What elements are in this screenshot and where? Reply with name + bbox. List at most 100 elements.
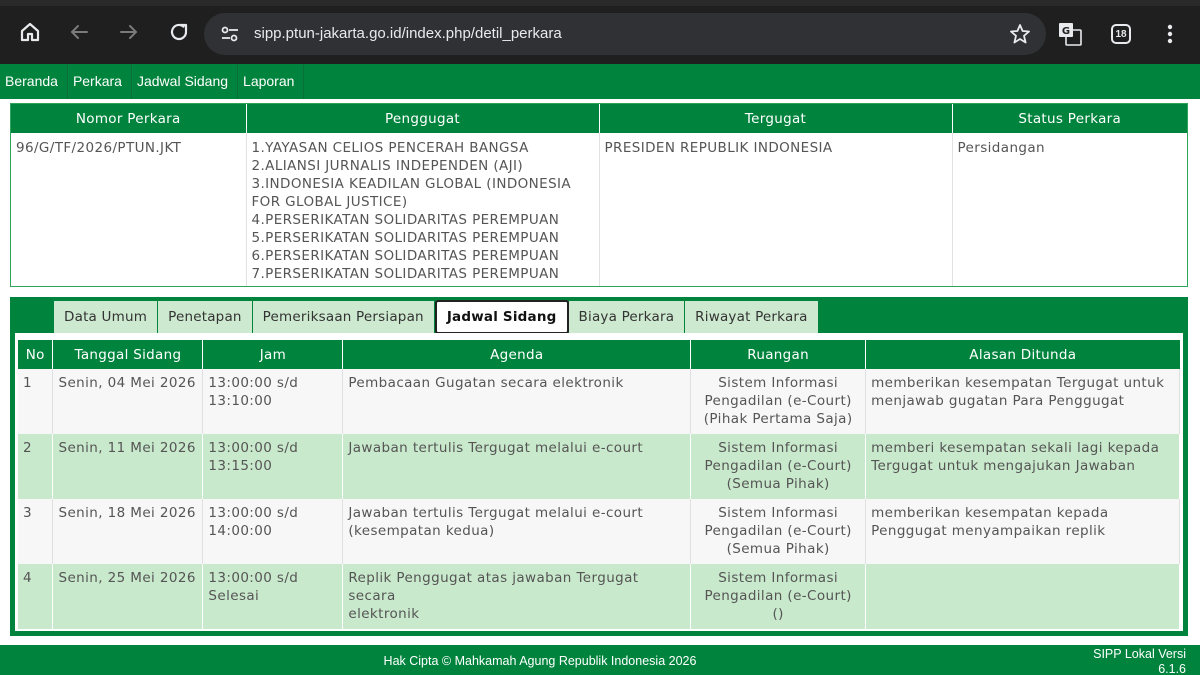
tab-riwayat-perkara[interactable]: Riwayat Perkara: [685, 301, 819, 333]
cell-ruangan-line: Sistem Informasi: [718, 505, 839, 521]
tab-count-icon[interactable]: 18: [1111, 24, 1131, 44]
cell-ruangan-line: Sistem Informasi: [718, 375, 839, 391]
penggugat-line: 7.PERSERIKATAN SOLIDARITAS PEREMPUAN: [251, 266, 560, 282]
browser-toolbar: sipp.ptun-jakarta.go.id/index.php/detil_…: [0, 0, 1200, 64]
nav-jadwal-sidang[interactable]: Jadwal Sidang: [132, 64, 239, 99]
cell-alasan-line: menjawab gugatan Para Penggugat: [871, 393, 1125, 409]
header-tergugat: Tergugat: [599, 104, 953, 133]
cell-tanggal: Senin, 11 Mei 2026: [52, 434, 204, 499]
cell-ruangan-line: Pengadilan (e-Court): [704, 523, 852, 539]
cell-ruangan-line: Pengadilan (e-Court): [704, 458, 852, 474]
header-agenda: Agenda: [342, 340, 692, 369]
schedule-table: No Tanggal Sidang Jam Agenda Ruangan Ala…: [18, 340, 1180, 629]
header-nomor-perkara: Nomor Perkara: [11, 104, 247, 133]
home-icon[interactable]: [15, 17, 45, 47]
penggugat-line: 1.YAYASAN CELIOS PENCERAH BANGSA: [251, 140, 529, 156]
penggugat-line: 3.INDONESIA KEADILAN GLOBAL (INDONESIA: [251, 176, 572, 192]
footer: Hak Cipta © Mahkamah Agung Republik Indo…: [0, 645, 1200, 675]
reload-icon[interactable]: [164, 17, 194, 47]
cell-ruangan: Sistem Informasi Pengadilan (e-Court) (Sem…: [690, 434, 867, 499]
header-status-perkara: Status Perkara: [952, 104, 1187, 133]
cell-agenda-line: Jawaban tertulis Tergugat melalui e-cour…: [348, 440, 644, 456]
cell-ruangan-line: (): [772, 606, 784, 622]
version-number: 6.1.6: [1158, 662, 1186, 675]
cell-alasan: memberikan kesempatan Tergugat untuk menj…: [865, 369, 1180, 434]
tab-jadwal-sidang[interactable]: Jadwal Sidang: [434, 300, 569, 334]
table-row: 1 Senin, 04 Mei 2026 13:00:00 s/d 13:10:00 P…: [18, 369, 1180, 434]
cell-agenda-line: Jawaban tertulis Tergugat melalui e-cour…: [348, 505, 644, 521]
penggugat-line: 6.PERSERIKATAN SOLIDARITAS PEREMPUAN: [251, 248, 560, 264]
cell-alasan: memberikan kesempatan kepada Penggugat me…: [865, 499, 1180, 564]
cell-alasan: [865, 564, 1180, 629]
tab-biaya-perkara[interactable]: Biaya Perkara: [568, 301, 686, 333]
cell-alasan-line: Penggugat menyampaikan replik: [871, 523, 1106, 539]
tab-penetapan[interactable]: Penetapan: [158, 301, 253, 333]
case-penggugat-list: 1.YAYASAN CELIOS PENCERAH BANGSA 2.ALIAN…: [246, 133, 600, 286]
cell-no: 2: [18, 434, 54, 499]
schedule-rows: 1 Senin, 04 Mei 2026 13:00:00 s/d 13:10:00 P…: [18, 369, 1180, 629]
cell-no: 1: [18, 369, 54, 434]
cell-alasan: memberi kesempatan sekali lagi kepada Ter…: [865, 434, 1180, 499]
cell-no: 4: [18, 564, 54, 629]
cell-jam-line: 13:00:00 s/d: [208, 375, 299, 391]
cell-tanggal: Senin, 04 Mei 2026: [52, 369, 204, 434]
case-tergugat: PRESIDEN REPUBLIK INDONESIA: [599, 133, 953, 286]
cell-alasan-line: memberi kesempatan sekali lagi kepada: [871, 440, 1160, 456]
cell-jam-line: 13:00:00 s/d: [208, 440, 299, 456]
cell-jam-line: 13:10:00: [208, 393, 273, 409]
penggugat-line: 5.PERSERIKATAN SOLIDARITAS PEREMPUAN: [251, 230, 560, 246]
site-nav: Beranda Perkara Jadwal Sidang Laporan: [0, 64, 1200, 99]
menu-kebab-icon[interactable]: [1160, 22, 1180, 46]
cell-ruangan-line: Pengadilan (e-Court): [704, 393, 852, 409]
header-no: No: [18, 340, 54, 369]
site-settings-icon[interactable]: [218, 22, 242, 46]
nav-beranda[interactable]: Beranda: [0, 64, 68, 99]
cell-jam: 13:00:00 s/d Selesai: [202, 564, 344, 629]
detail-panel: Data Umum Penetapan Pemeriksaan Persiapa…: [10, 297, 1188, 636]
cell-jam-line: 13:00:00 s/d: [208, 570, 299, 586]
tab-strip: [0, 0, 1200, 6]
back-icon[interactable]: [64, 17, 94, 47]
address-bar[interactable]: sipp.ptun-jakarta.go.id/index.php/detil_…: [204, 13, 1046, 55]
cell-tanggal: Senin, 25 Mei 2026: [52, 564, 204, 629]
cell-no: 3: [18, 499, 54, 564]
cell-agenda-line: Pembacaan Gugatan secara elektronik: [348, 375, 624, 391]
cell-jam-line: 13:15:00: [208, 458, 273, 474]
case-nomor: 96/G/TF/2026/PTUN.JKT: [11, 133, 247, 286]
nav-perkara[interactable]: Perkara: [68, 64, 132, 99]
footer-version: SIPP Lokal Versi 6.1.6: [1093, 647, 1186, 675]
tab-pemeriksaan-persiapan[interactable]: Pemeriksaan Persiapan: [252, 301, 435, 333]
cell-agenda-line: Replik Penggugat atas jawaban Tergugat s…: [348, 570, 639, 604]
cell-tanggal: Senin, 18 Mei 2026: [52, 499, 204, 564]
header-ruangan: Ruangan: [690, 340, 867, 369]
header-penggugat: Penggugat: [246, 104, 600, 133]
cell-jam: 13:00:00 s/d 13:10:00: [202, 369, 344, 434]
tab-content: No Tanggal Sidang Jam Agenda Ruangan Ala…: [15, 333, 1183, 631]
forward-icon[interactable]: [114, 17, 144, 47]
cell-ruangan-line: Pengadilan (e-Court): [704, 588, 852, 604]
nav-laporan[interactable]: Laporan: [238, 64, 305, 99]
cell-ruangan-line: (Semua Pihak): [726, 476, 830, 492]
penggugat-line: 2.ALIANSI JURNALIS INDEPENDEN (AJI): [251, 158, 524, 174]
cell-alasan-line: Tergugat untuk mengajukan Jawaban: [871, 458, 1136, 474]
cell-alasan-line: memberikan kesempatan Tergugat untuk: [871, 375, 1165, 391]
cell-jam: 13:00:00 s/d 13:15:00: [202, 434, 344, 499]
penggugat-line: 4.PERSERIKATAN SOLIDARITAS PEREMPUAN: [251, 212, 560, 228]
case-table: Nomor Perkara Penggugat Tergugat Status …: [11, 104, 1187, 286]
cell-jam-line: Selesai: [208, 588, 260, 604]
translate-icon[interactable]: G: [1058, 22, 1082, 46]
cell-agenda: Replik Penggugat atas jawaban Tergugat s…: [342, 564, 692, 629]
url-text[interactable]: sipp.ptun-jakarta.go.id/index.php/detil_…: [254, 13, 562, 55]
penggugat-line: FOR GLOBAL JUSTICE): [251, 194, 408, 210]
cell-ruangan-line: (Pihak Pertama Saja): [703, 411, 853, 427]
cell-agenda-line: elektronik: [348, 606, 420, 622]
cell-ruangan: Sistem Informasi Pengadilan (e-Court) (Sem…: [690, 499, 867, 564]
cell-agenda: Jawaban tertulis Tergugat melalui e-cour…: [342, 499, 692, 564]
bookmark-star-icon[interactable]: [1008, 22, 1032, 46]
table-row: 4 Senin, 25 Mei 2026 13:00:00 s/d Selesai Re…: [18, 564, 1180, 629]
cell-ruangan-line: (Semua Pihak): [726, 541, 830, 557]
tab-data-umum[interactable]: Data Umum: [54, 301, 159, 333]
detail-tabs: Data Umum Penetapan Pemeriksaan Persiapa…: [54, 300, 819, 334]
table-row: 2 Senin, 11 Mei 2026 13:00:00 s/d 13:15:00 J…: [18, 434, 1180, 499]
cell-agenda-line: (kesempatan kedua): [348, 523, 495, 539]
